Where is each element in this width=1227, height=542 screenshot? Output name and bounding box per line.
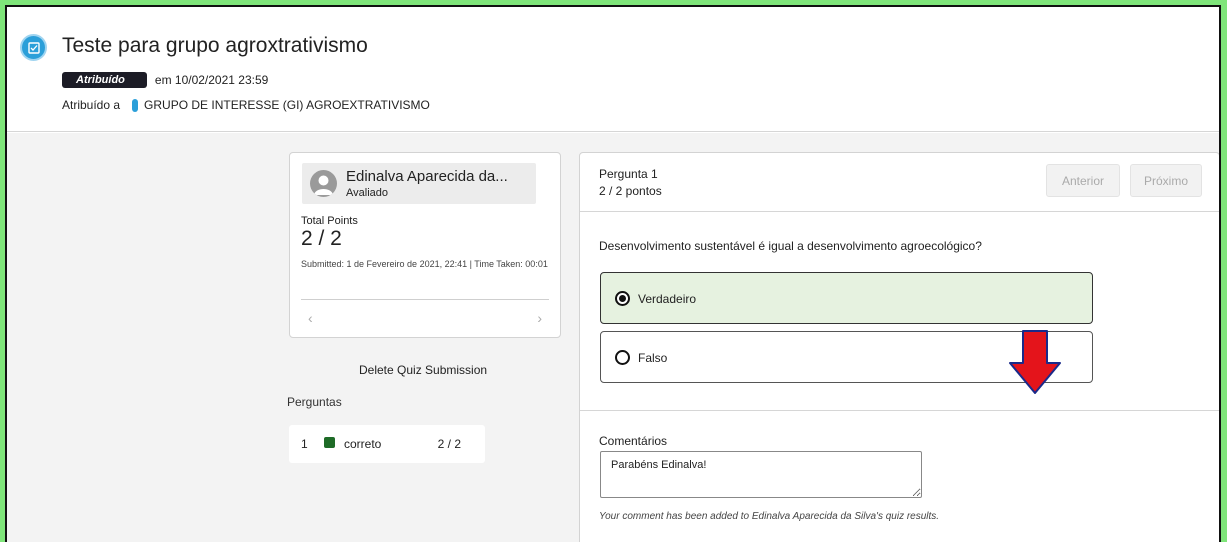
quiz-icon [20,34,47,61]
chevron-left-icon[interactable]: ‹ [308,310,313,326]
radio-selected-icon[interactable] [615,291,630,306]
divider [580,410,1219,411]
delete-submission-link[interactable]: Delete Quiz Submission [359,363,487,377]
divider [301,299,549,300]
assigned-to-row: Atribuído a GRUPO DE INTERESSE (GI) AGRO… [62,98,430,112]
question-score: 2 / 2 [437,437,461,451]
question-status: correto [344,437,382,451]
student-card: Edinalva Aparecida da... Avaliado Total … [289,152,561,338]
app-frame: Teste para grupo agroxtrativismo Atribuí… [5,5,1221,542]
correct-status-icon [324,437,335,448]
answer-label: Falso [638,351,668,365]
questions-heading: Perguntas [287,395,342,409]
annotation-arrow-icon [1009,330,1061,394]
grading-status: Avaliado [346,187,388,199]
assignment-header: Teste para grupo agroxtrativismo Atribuí… [7,7,1219,132]
question-points: 2 / 2 pontos [599,184,662,198]
total-points-value: 2 / 2 [301,227,342,250]
grading-area: Edinalva Aparecida da... Avaliado Total … [7,133,1219,542]
student-name: Edinalva Aparecida da... [346,168,508,185]
previous-button[interactable]: Anterior [1046,164,1120,197]
question-list-item[interactable]: 1 correto 2 / 2 [289,425,485,463]
group-icon [132,98,139,112]
student-selector[interactable]: Edinalva Aparecida da... Avaliado [302,163,536,204]
question-title: Pergunta 1 [599,167,658,181]
answer-label: Verdadeiro [638,292,697,306]
chevron-right-icon[interactable]: › [537,310,542,326]
comment-field[interactable]: Parabéns Edinalva! [600,451,922,498]
status-badge: Atribuído [62,72,147,88]
question-panel: Pergunta 1 2 / 2 pontos Anterior Próximo… [579,152,1219,542]
submission-info: Submitted: 1 de Fevereiro de 2021, 22:41… [301,259,548,269]
question-text: Desenvolvimento sustentável é igual a de… [599,239,982,253]
comments-label: Comentários [599,434,668,448]
avatar [310,170,337,197]
due-row: Atribuído em 10/02/2021 23:59 [62,72,268,88]
comment-confirmation: Your comment has been added to Edinalva … [599,511,940,522]
due-date: em 10/02/2021 23:59 [154,73,269,87]
group-name[interactable]: GRUPO DE INTERESSE (GI) AGROEXTRATIVISMO [144,98,430,112]
answer-option-verdadeiro[interactable]: Verdadeiro [600,272,1093,324]
question-number: 1 [301,437,308,451]
page-title: Teste para grupo agroxtrativismo [62,34,368,57]
next-button[interactable]: Próximo [1130,164,1202,197]
radio-icon[interactable] [615,350,630,365]
assigned-to-label: Atribuído a [62,98,121,112]
divider [580,211,1219,212]
total-points-label: Total Points [301,215,358,227]
